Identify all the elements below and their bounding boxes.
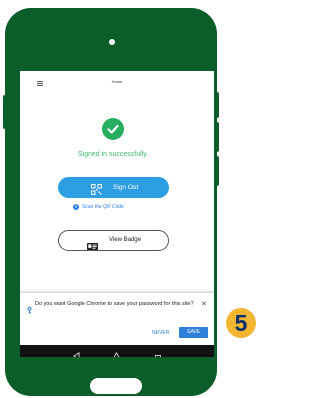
- phone-screen: Home Signed in successfully. Sign Out i …: [20, 71, 214, 357]
- side-button: [214, 156, 219, 186]
- save-button[interactable]: SAVE: [179, 327, 208, 338]
- id-card-icon: [87, 237, 98, 255]
- back-triangle-icon[interactable]: [73, 347, 80, 357]
- side-button: [214, 122, 219, 152]
- qr-code-icon: [91, 182, 102, 200]
- page-title: Home: [111, 79, 123, 84]
- scan-hint-text: Scan the QR Code: [82, 204, 124, 210]
- save-password-prompt: Do you want Google Chrome to save your p…: [20, 293, 214, 345]
- success-message: Signed in successfully.: [77, 151, 149, 158]
- never-button[interactable]: NEVER: [152, 330, 169, 336]
- front-camera: [109, 39, 115, 45]
- android-nav-bar: [20, 345, 214, 357]
- key-icon: [27, 301, 32, 319]
- close-icon[interactable]: ✕: [201, 300, 207, 308]
- view-badge-button[interactable]: View Badge: [58, 230, 169, 251]
- home-icon[interactable]: [112, 347, 121, 357]
- sign-out-label: Sign Out: [113, 184, 139, 191]
- side-button: [214, 92, 219, 118]
- info-icon: i: [73, 204, 79, 210]
- recent-apps-icon[interactable]: [155, 348, 161, 357]
- sign-out-button[interactable]: Sign Out: [58, 177, 169, 198]
- step-number-badge: 5: [226, 308, 256, 338]
- volume-button: [3, 95, 8, 129]
- phone-frame: Home Signed in successfully. Sign Out i …: [5, 8, 217, 396]
- save-password-message: Do you want Google Chrome to save your p…: [35, 301, 194, 307]
- check-circle-icon: [102, 118, 124, 140]
- scan-qr-hint[interactable]: i Scan the QR Code: [73, 203, 124, 211]
- home-button[interactable]: [90, 378, 142, 394]
- view-badge-label: View Badge: [109, 237, 141, 243]
- app-bar: Home: [20, 71, 214, 93]
